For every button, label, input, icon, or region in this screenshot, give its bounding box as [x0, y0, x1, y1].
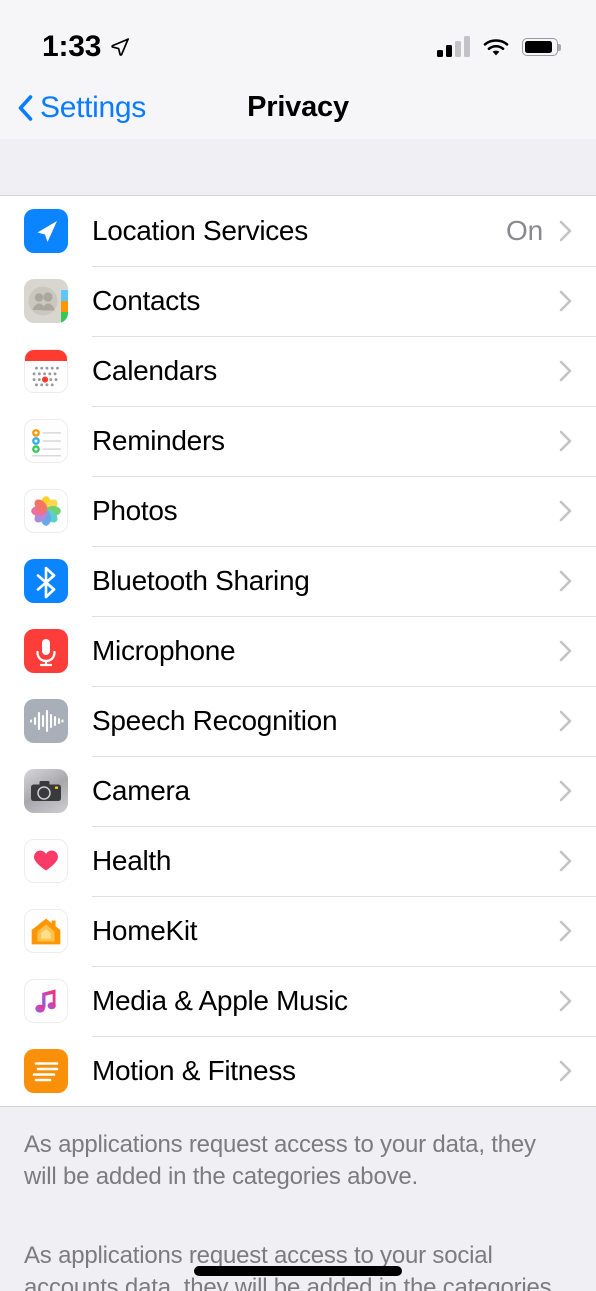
- list-item-label: Motion & Fitness: [92, 1055, 296, 1086]
- back-button[interactable]: Settings: [12, 87, 152, 129]
- section-spacer: [0, 139, 596, 196]
- list-item-label: Media & Apple Music: [92, 985, 348, 1016]
- list-item-photos[interactable]: Photos: [0, 476, 596, 546]
- calendar-icon: [24, 349, 68, 393]
- footer-section: As applications request access to your d…: [0, 1106, 596, 1291]
- health-icon: [24, 839, 68, 883]
- chevron-right-icon: [559, 920, 572, 942]
- status-bar: 1:33: [0, 0, 596, 76]
- list-item-motion-fitness[interactable]: Motion & Fitness: [0, 1036, 596, 1106]
- list-item-homekit[interactable]: HomeKit: [0, 896, 596, 966]
- chevron-right-icon: [559, 710, 572, 732]
- list-item-media-apple-music[interactable]: Media & Apple Music: [0, 966, 596, 1036]
- navigation-bar: Settings Privacy: [0, 76, 596, 139]
- privacy-list: Location Services On Contacts Calendars …: [0, 196, 596, 1106]
- chevron-right-icon: [559, 990, 572, 1012]
- list-item-label: Microphone: [92, 635, 236, 666]
- speech-recognition-icon: [24, 699, 68, 743]
- list-item-reminders[interactable]: Reminders: [0, 406, 596, 476]
- photos-icon: [24, 489, 68, 533]
- back-button-label: Settings: [40, 90, 146, 124]
- chevron-right-icon: [559, 290, 572, 312]
- chevron-right-icon: [559, 1060, 572, 1082]
- chevron-right-icon: [559, 220, 572, 242]
- footer-text-data: As applications request access to your d…: [24, 1131, 536, 1190]
- camera-icon: [24, 769, 68, 813]
- list-item-contacts[interactable]: Contacts: [0, 266, 596, 336]
- home-indicator[interactable]: [194, 1266, 402, 1276]
- list-item-label: Location Services: [92, 215, 308, 246]
- list-item-label: Photos: [92, 495, 178, 526]
- bluetooth-icon: [24, 559, 68, 603]
- status-bar-time: 1:33: [42, 30, 102, 63]
- list-item-health[interactable]: Health: [0, 826, 596, 896]
- list-item-label: Speech Recognition: [92, 705, 338, 736]
- list-item-value: On: [506, 215, 543, 246]
- list-item-label: Contacts: [92, 285, 201, 316]
- wifi-icon: [483, 39, 509, 56]
- list-item-bluetooth-sharing[interactable]: Bluetooth Sharing: [0, 546, 596, 616]
- list-item-microphone[interactable]: Microphone: [0, 616, 596, 686]
- list-item-label: Bluetooth Sharing: [92, 565, 310, 596]
- list-item-label: Health: [92, 845, 172, 876]
- location-arrow-icon: [111, 38, 130, 56]
- chevron-left-icon: [18, 94, 33, 121]
- list-item-camera[interactable]: Camera: [0, 756, 596, 826]
- motion-fitness-icon: [24, 1049, 68, 1093]
- microphone-icon: [24, 629, 68, 673]
- chevron-right-icon: [559, 500, 572, 522]
- list-item-location-services[interactable]: Location Services On: [0, 196, 596, 266]
- homekit-icon: [24, 909, 68, 953]
- list-item-speech-recognition[interactable]: Speech Recognition: [0, 686, 596, 756]
- iphone-screen: 1:33 Settings Privacy Location Services …: [0, 0, 596, 1291]
- list-item-label: Calendars: [92, 355, 217, 386]
- contacts-icon: [24, 279, 68, 323]
- list-item-label: Reminders: [92, 425, 225, 456]
- chevron-right-icon: [559, 780, 572, 802]
- list-item-calendars[interactable]: Calendars: [0, 336, 596, 406]
- cellular-bars-icon: [437, 36, 470, 57]
- status-bar-left: 1:33: [42, 30, 130, 64]
- chevron-right-icon: [559, 430, 572, 452]
- list-item-label: HomeKit: [92, 915, 198, 946]
- status-bar-right: [437, 36, 561, 57]
- location-services-icon: [24, 209, 68, 253]
- chevron-right-icon: [559, 640, 572, 662]
- reminders-icon: [24, 419, 68, 463]
- battery-icon: [522, 38, 561, 56]
- list-item-label: Camera: [92, 775, 190, 806]
- music-icon: [24, 979, 68, 1023]
- chevron-right-icon: [559, 570, 572, 592]
- chevron-right-icon: [559, 850, 572, 872]
- chevron-right-icon: [559, 360, 572, 382]
